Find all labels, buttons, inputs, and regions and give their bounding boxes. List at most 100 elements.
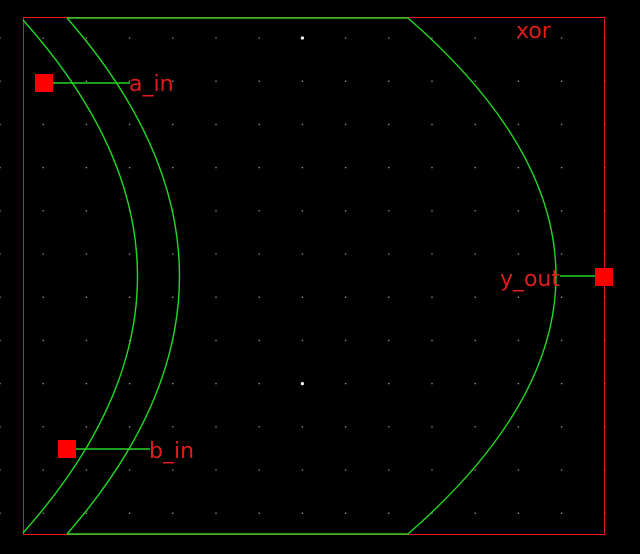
grid-dot bbox=[42, 339, 44, 342]
grid-dot bbox=[301, 80, 304, 82]
grid-dot bbox=[474, 80, 477, 82]
grid-dot bbox=[258, 382, 261, 385]
grid-dot bbox=[517, 296, 520, 299]
grid-dot bbox=[215, 166, 217, 169]
grid-dot bbox=[474, 339, 477, 342]
grid-dot bbox=[128, 469, 131, 471]
grid-dot bbox=[560, 339, 563, 342]
grid-dot bbox=[172, 512, 174, 514]
pin-label-b-in: b_in bbox=[149, 439, 194, 464]
grid-dot bbox=[517, 382, 520, 385]
grid-dot bbox=[172, 382, 174, 385]
grid-dot bbox=[431, 469, 433, 471]
grid-dot bbox=[85, 512, 88, 514]
grid-dot bbox=[172, 166, 174, 169]
grid-dot bbox=[128, 382, 131, 385]
grid-dot bbox=[85, 469, 88, 471]
grid-dot bbox=[388, 123, 390, 126]
grid-dot bbox=[128, 512, 131, 514]
grid-dot bbox=[344, 37, 347, 39]
grid-dot bbox=[42, 210, 44, 212]
grid-dot bbox=[85, 339, 88, 342]
grid-dot bbox=[258, 296, 261, 299]
grid-dot bbox=[431, 253, 433, 255]
grid-dot bbox=[560, 512, 563, 514]
grid-dot bbox=[215, 339, 217, 342]
grid-dot bbox=[258, 166, 261, 169]
grid-dot bbox=[42, 123, 44, 126]
grid-dot bbox=[85, 210, 88, 212]
schematic-canvas[interactable]: a_in b_in y_out xor bbox=[0, 0, 640, 554]
grid-dot bbox=[431, 426, 433, 428]
grid-dot bbox=[85, 253, 88, 255]
grid-dot bbox=[215, 80, 217, 82]
grid-dot bbox=[474, 469, 477, 471]
grid-dot bbox=[344, 123, 347, 126]
grid-dot bbox=[388, 80, 390, 82]
grid-dot bbox=[85, 296, 88, 299]
grid-dot bbox=[215, 37, 217, 39]
grid-dot bbox=[344, 166, 347, 169]
grid-dot bbox=[517, 80, 520, 82]
grid-dot bbox=[388, 426, 390, 428]
grid-dot bbox=[215, 123, 217, 126]
grid-dot bbox=[258, 123, 261, 126]
grid-dot bbox=[258, 339, 261, 342]
grid-dot bbox=[172, 123, 174, 126]
grid-dot bbox=[215, 382, 217, 385]
grid-dot bbox=[172, 469, 174, 471]
grid-dot bbox=[560, 210, 563, 212]
grid-dot bbox=[431, 382, 433, 385]
grid-dot bbox=[388, 210, 390, 212]
grid-dot bbox=[474, 253, 477, 255]
grid-dot bbox=[431, 296, 433, 299]
grid-dot bbox=[258, 469, 261, 471]
grid-dot bbox=[560, 123, 563, 126]
grid-dot bbox=[517, 253, 520, 255]
pin-a-in-terminal[interactable] bbox=[35, 74, 53, 92]
grid-dot bbox=[42, 382, 44, 385]
grid-dot bbox=[215, 469, 217, 471]
pin-y-out-terminal[interactable] bbox=[595, 268, 613, 286]
grid-dot bbox=[215, 296, 217, 299]
grid-dot bbox=[517, 512, 520, 514]
grid-dot bbox=[172, 296, 174, 299]
grid-dot bbox=[85, 426, 88, 428]
grid-dot bbox=[431, 210, 433, 212]
grid-dot bbox=[344, 80, 347, 82]
grid-dot bbox=[172, 426, 174, 428]
grid-dot bbox=[344, 253, 347, 255]
grid-dot bbox=[474, 382, 477, 385]
grid-dot bbox=[388, 253, 390, 255]
grid-dot bbox=[301, 512, 304, 514]
grid-dot bbox=[85, 123, 88, 126]
grid-dot bbox=[258, 512, 261, 514]
grid-dot bbox=[301, 469, 304, 471]
grid-dot bbox=[301, 123, 304, 126]
pin-b-in-terminal[interactable] bbox=[58, 440, 76, 458]
grid-dot bbox=[301, 210, 304, 212]
grid-dot bbox=[560, 166, 563, 169]
grid-dot bbox=[85, 382, 88, 385]
grid-dot bbox=[517, 123, 520, 126]
grid-dot bbox=[42, 37, 44, 39]
grid-dot bbox=[128, 296, 131, 299]
grid-dot bbox=[431, 339, 433, 342]
grid-dot bbox=[85, 166, 88, 169]
pin-label-y-out: y_out bbox=[500, 267, 560, 292]
grid-origin-dot bbox=[300, 382, 304, 386]
grid-dot bbox=[42, 426, 44, 428]
grid-dot bbox=[388, 37, 390, 39]
grid-dot bbox=[344, 210, 347, 212]
grid-dot bbox=[301, 339, 304, 342]
grid-dot bbox=[388, 469, 390, 471]
grid-dot bbox=[388, 296, 390, 299]
grid-dot bbox=[258, 426, 261, 428]
grid-dot bbox=[474, 123, 477, 126]
grid-dot bbox=[517, 426, 520, 428]
grid-dot bbox=[560, 469, 563, 471]
grid-dot bbox=[128, 123, 131, 126]
grid-dot bbox=[474, 210, 477, 212]
grid-dot bbox=[474, 37, 477, 39]
grid-origin-dot bbox=[300, 36, 304, 40]
